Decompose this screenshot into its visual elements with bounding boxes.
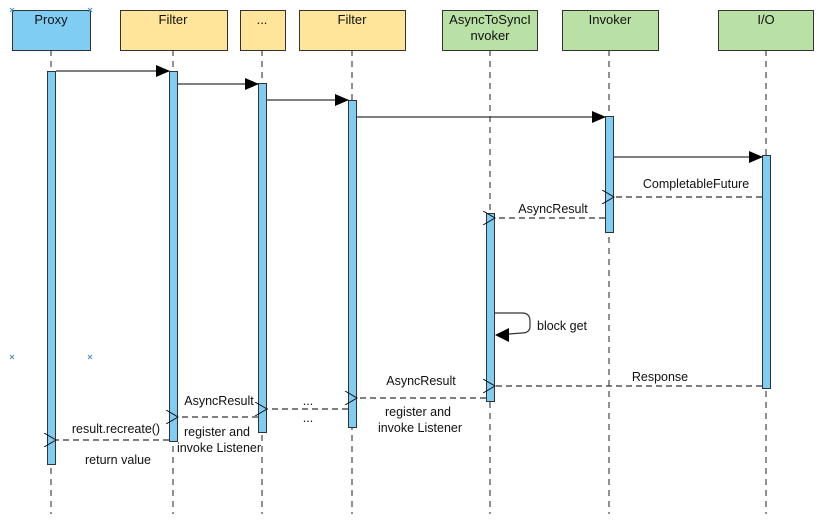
activation-invoker[interactable] — [605, 116, 614, 233]
participant-label: Filter — [338, 12, 368, 27]
participant-invoker[interactable]: Invoker — [562, 10, 659, 51]
activation-async[interactable] — [486, 213, 495, 402]
label-block-get: block get — [537, 319, 588, 333]
activation-dots[interactable] — [258, 83, 267, 433]
participant-filter1[interactable]: Filter — [120, 10, 228, 51]
activation-filter1[interactable] — [169, 71, 178, 442]
label-ellipsis-below: ... — [303, 411, 313, 425]
lifelines — [50, 50, 767, 514]
label-result-recreate: result.recreate() — [72, 422, 160, 436]
label-async-result-3: AsyncResult — [184, 394, 254, 408]
label-async-result-1: AsyncResult — [518, 202, 588, 216]
participant-dots[interactable]: ... — [240, 10, 286, 51]
label-async-result-2: AsyncResult — [386, 374, 456, 388]
return-messages — [56, 197, 762, 440]
handle-icon[interactable] — [87, 354, 93, 360]
label-response: Response — [632, 370, 688, 384]
handle-icon[interactable] — [9, 354, 15, 360]
arrow-head-icon — [495, 328, 509, 342]
label-ellipsis-above: ... — [303, 394, 313, 408]
label-completable-future: CompletableFuture — [643, 177, 749, 191]
participant-label-line-2: nvoker — [470, 28, 510, 43]
participant-label: Invoker — [589, 12, 632, 27]
sequence-diagram: Proxy Filter ... Filter AsyncToSyncI nvo… — [9, 7, 814, 514]
note-register-2a: register and — [184, 425, 250, 439]
label-return-value: return value — [85, 453, 151, 467]
participant-label: Filter — [159, 12, 189, 27]
participant-async-to-sync-invoker[interactable]: AsyncToSyncI nvoker — [442, 10, 538, 51]
self-message-block-get[interactable] — [495, 312, 531, 342]
participant-label-line-1: AsyncToSyncI — [449, 12, 531, 27]
participant-label: ... — [257, 12, 268, 27]
participant-proxy[interactable]: Proxy — [12, 10, 91, 51]
note-register-1b: invoke Listener — [378, 421, 462, 435]
activation-proxy[interactable] — [47, 71, 56, 465]
participant-label: Proxy — [34, 12, 68, 27]
participant-io[interactable]: I/O — [718, 10, 814, 51]
participant-filter2[interactable]: Filter — [299, 10, 406, 51]
note-register-1a: register and — [385, 405, 451, 419]
participant-label: I/O — [757, 12, 774, 27]
activation-io[interactable] — [762, 155, 771, 389]
note-register-2b: invoke Listener — [177, 441, 261, 455]
call-messages — [56, 65, 763, 163]
activation-filter2[interactable] — [348, 100, 357, 428]
